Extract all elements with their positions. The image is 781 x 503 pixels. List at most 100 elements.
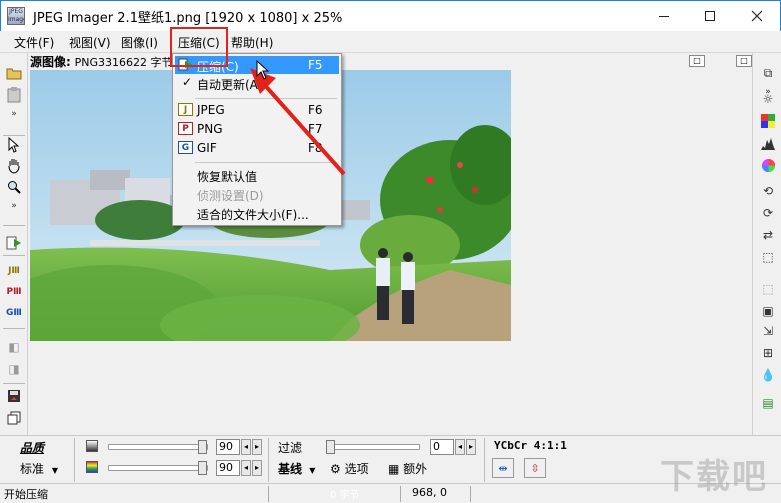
png-format-icon: P (178, 122, 193, 135)
histogram-button[interactable] (758, 133, 778, 153)
right-toolbar: ⧉ » ☼ ⟲ ⟳ ⇄ ⬚ ⬚ ▣ ⇲ ⊞ 💧 ▤ (752, 53, 781, 435)
filter-decrement-button[interactable]: ◂ (455, 439, 465, 455)
compress-run-button[interactable] (4, 233, 24, 253)
quality-slider-thumb[interactable] (198, 440, 207, 454)
status-separator-2 (400, 486, 401, 502)
image-info-button[interactable]: ▤ (758, 393, 778, 413)
minimize-button[interactable] (641, 1, 687, 31)
droplet-icon: 💧 (760, 368, 776, 382)
crop-button[interactable]: ⬚ (758, 247, 778, 267)
jpeg-format-icon: JⅢ (8, 266, 20, 276)
quality-decrement-button[interactable]: ◂ (241, 439, 251, 455)
hand-icon (8, 159, 20, 174)
status-message: 开始压缩 (4, 488, 48, 501)
png-format-button[interactable]: PⅢ (4, 282, 24, 302)
filter-increment-button[interactable]: ▸ (466, 439, 476, 455)
toolbar-separator-3 (3, 255, 25, 256)
gif-format-icon: GⅢ (6, 308, 22, 318)
menu-view[interactable]: 视图(V) (69, 34, 111, 51)
subsampling-h-button[interactable]: ⇹ (492, 458, 514, 478)
expand-chevron-icon-2[interactable]: » (4, 201, 24, 211)
panel-separator-3 (484, 438, 485, 482)
rotate-right-button[interactable]: ⟳ (758, 203, 778, 223)
scale-button[interactable]: ⇲ (758, 321, 778, 341)
window-title: JPEG Imager 2.1壁纸1.png [1920 x 1080] x 2… (33, 11, 343, 26)
canvas-size-button[interactable]: ⊞ (758, 343, 778, 363)
color-grid-icon (761, 114, 775, 128)
clipboard-icon (7, 87, 21, 103)
quality-preset-dropdown[interactable]: 标准 ▼ (20, 460, 58, 477)
left-toolbar: » » JⅢ PⅢ GⅢ ◧ ◨ (0, 53, 28, 435)
subsampling-v-button[interactable]: ⇳ (524, 458, 546, 478)
menu-image[interactable]: 图像(I) (121, 34, 158, 51)
hand-tool-button[interactable] (4, 156, 24, 176)
menu-item-fit-file-size[interactable]: 适合的文件大小(F)... (175, 204, 339, 222)
status-size: 0 字节 (330, 490, 360, 501)
toolbar-separator-5 (3, 383, 25, 384)
copy-button[interactable] (4, 408, 24, 428)
extra-label: 额外 (403, 462, 428, 476)
filter-slider-track[interactable] (326, 444, 420, 450)
dropdown-arrow-icon-2: ▼ (309, 466, 316, 475)
brightness-button[interactable]: ☼ (758, 89, 778, 109)
canvas-size-icon: ⊞ (762, 346, 774, 360)
color-quality-decrement-button[interactable]: ◂ (241, 460, 251, 476)
gif-format-button[interactable]: GⅢ (4, 303, 24, 323)
copy-pages-icon (7, 411, 21, 425)
watermark-text: 下载吧 (660, 457, 768, 497)
picture-icon: ▤ (762, 396, 774, 410)
baseline-dropdown[interactable]: 基线 ▼ (278, 460, 315, 477)
zoom-tool-button[interactable] (4, 177, 24, 197)
resize-button[interactable]: ▣ (758, 301, 778, 321)
subsample-horizontal-icon: ⇹ (498, 461, 508, 475)
open-folder-icon (6, 68, 22, 80)
color-quality-slider-thumb[interactable] (198, 461, 207, 475)
select-tool-button[interactable] (4, 135, 24, 155)
save-button[interactable] (4, 386, 24, 406)
quality-slider-track[interactable] (108, 444, 208, 450)
sharpen-button[interactable]: 💧 (758, 365, 778, 385)
paste-button[interactable] (4, 85, 24, 105)
jpeg-format-icon: J (178, 103, 193, 116)
maximize-button[interactable] (687, 1, 733, 31)
panel-toggle-button-2[interactable]: □ (736, 55, 752, 67)
menu-bar: 文件(F) 视图(V) 图像(I) 压缩(C) 帮助(H) (0, 31, 781, 53)
source-label: 源图像: (30, 55, 71, 69)
filter-value-input[interactable]: 0 (430, 439, 454, 455)
color-quality-value-input[interactable]: 90 (216, 460, 240, 476)
mouse-cursor-icon (256, 60, 270, 80)
prev-button[interactable]: ◧ (4, 337, 24, 357)
quality-preset-value: 标准 (20, 462, 45, 476)
rotate-left-button[interactable]: ⟲ (758, 181, 778, 201)
color-balance-button[interactable] (758, 111, 778, 131)
next-button[interactable]: ◨ (4, 359, 24, 379)
resize-icon: ▣ (762, 304, 774, 318)
panel-toggle-button[interactable]: □ (689, 55, 705, 67)
filter-slider-thumb[interactable] (326, 440, 335, 454)
extra-button[interactable]: ▦ 额外 (388, 460, 427, 477)
flip-button[interactable]: ⇄ (758, 225, 778, 245)
select-rect-button[interactable]: ⬚ (758, 279, 778, 299)
color-quality-increment-button[interactable]: ▸ (252, 460, 262, 476)
source-value: PNG3316622 字节 (74, 56, 173, 69)
magnifier-icon (8, 181, 21, 194)
menu-item-detect-settings: 侦测设置(D) (175, 185, 339, 203)
menu-item-gif-label: GIF (197, 141, 217, 155)
jpeg-format-button[interactable]: JⅢ (4, 261, 24, 281)
toolbar-separator-4 (3, 328, 25, 329)
hue-button[interactable] (758, 155, 778, 175)
options-button[interactable]: ⚙ 选项 (330, 460, 369, 477)
status-coords: 968, 0 (412, 486, 447, 499)
open-file-button[interactable] (4, 63, 24, 83)
layers-button[interactable]: ⧉ (758, 63, 778, 83)
quality-value-input[interactable]: 90 (216, 439, 240, 455)
color-quality-slider-track[interactable] (108, 465, 208, 471)
flip-icon: ⇄ (762, 228, 774, 242)
menu-help[interactable]: 帮助(H) (231, 34, 273, 51)
dotted-rect-icon: ⬚ (762, 282, 774, 296)
menu-file[interactable]: 文件(F) (14, 34, 54, 51)
quality-increment-button[interactable]: ▸ (252, 439, 262, 455)
expand-chevron-icon[interactable]: » (4, 109, 24, 119)
rotate-right-icon: ⟳ (762, 206, 774, 220)
close-button[interactable] (734, 1, 780, 31)
